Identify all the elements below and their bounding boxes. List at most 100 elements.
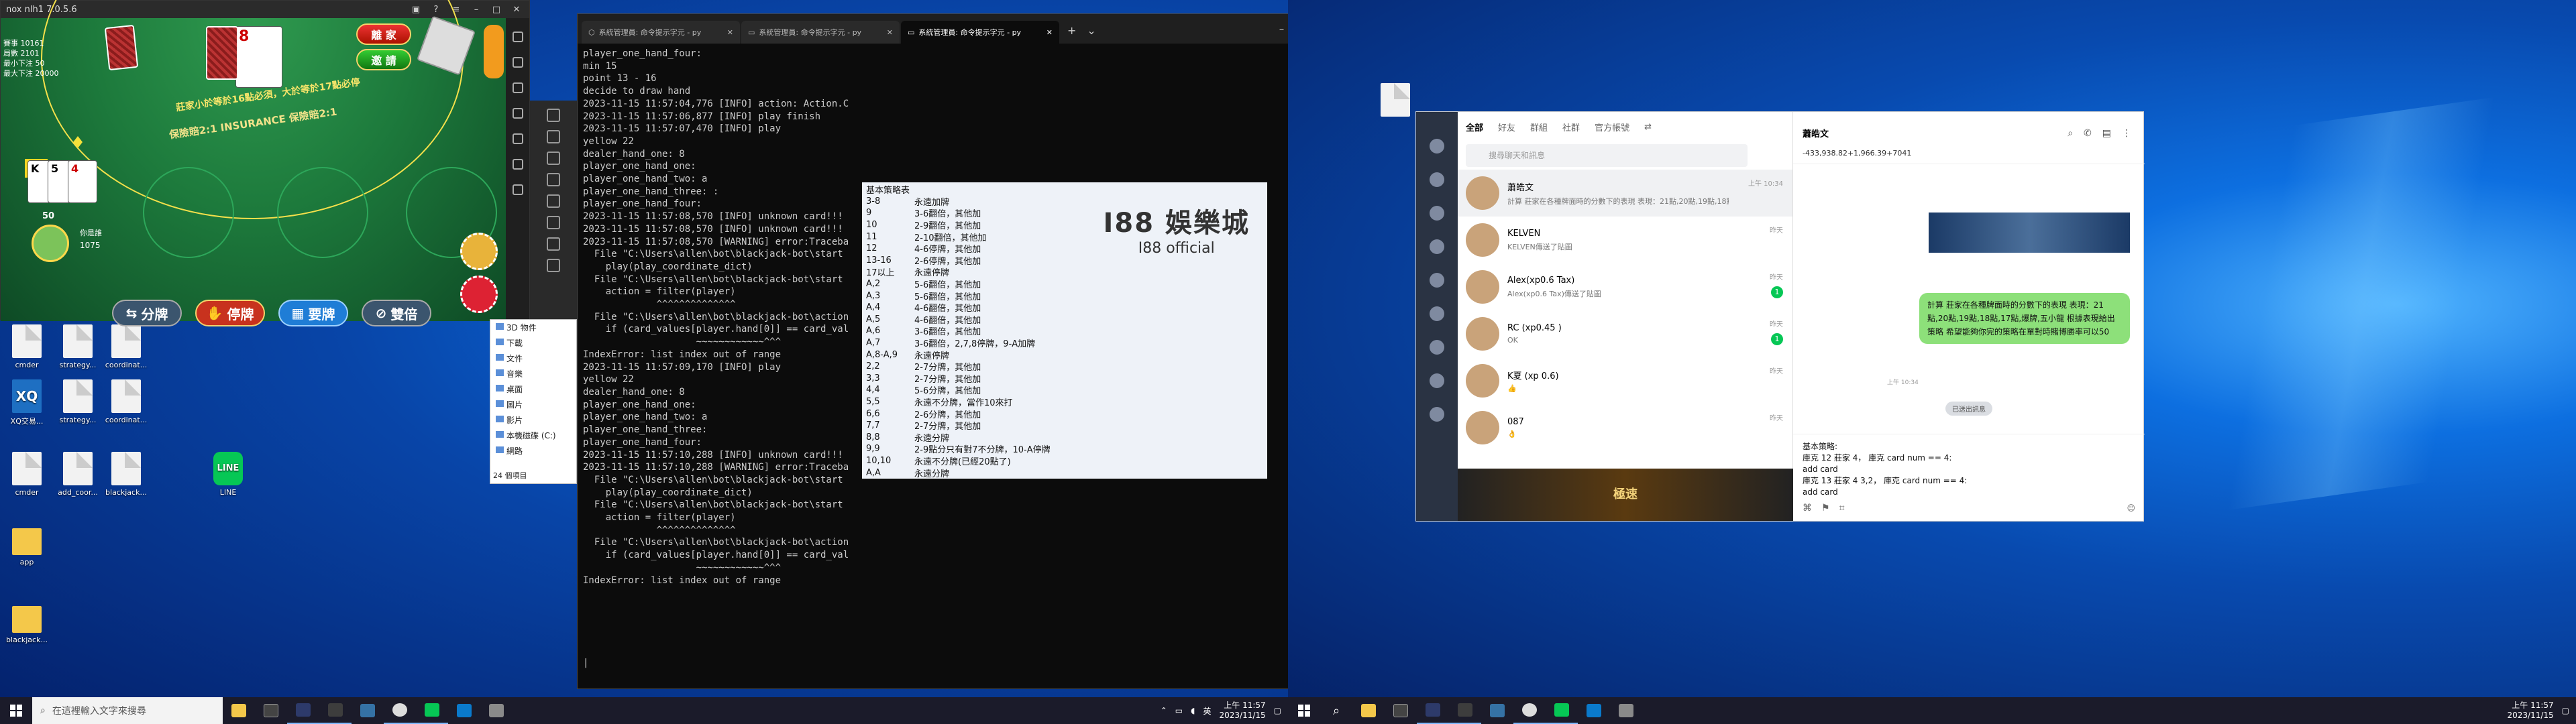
- swap-icon[interactable]: ⇄: [1644, 122, 1652, 132]
- message-bubble[interactable]: 計算 莊家在各種牌面時的分數下的表現 表現：21點,20點,19點,18點,17…: [1919, 293, 2130, 344]
- message-input[interactable]: 基本策略: 庫克 12 莊家 4， 庫克 card num == 4: add ca…: [1793, 434, 2145, 521]
- notification-icon[interactable]: ▢: [1274, 706, 1281, 715]
- chip-button[interactable]: [460, 233, 498, 270]
- chat-list-item[interactable]: 087 👌 昨天: [1458, 404, 1792, 451]
- desktop-icon-file[interactable]: [1371, 83, 1419, 119]
- desktop-icon-add-coor[interactable]: add_coor...: [54, 452, 102, 497]
- screenshot-icon[interactable]: [1430, 373, 1444, 388]
- more-icon[interactable]: [512, 184, 523, 195]
- nav-item[interactable]: 下載: [490, 335, 576, 351]
- tab-all[interactable]: 全部: [1466, 121, 1483, 133]
- taskbar-app-cmd[interactable]: [255, 697, 287, 724]
- tab-friends[interactable]: 好友: [1498, 121, 1515, 133]
- start-button[interactable]: [1288, 697, 1320, 724]
- chevron-down-icon[interactable]: ⌄: [1084, 24, 1098, 44]
- desktop-icon-cmder[interactable]: cmder: [3, 324, 51, 369]
- start-button[interactable]: [0, 697, 32, 724]
- minimize-icon[interactable]: –: [469, 5, 484, 15]
- nav-item[interactable]: 音樂: [490, 366, 576, 381]
- shared-image[interactable]: [1929, 213, 2130, 253]
- bookmark-icon[interactable]: ⚑: [1821, 503, 1830, 514]
- double-button[interactable]: ⊘ 雙倍: [362, 300, 431, 326]
- taskbar-app-cmd-2[interactable]: [1417, 697, 1449, 724]
- volume-icon[interactable]: [512, 82, 523, 93]
- split-button[interactable]: ⇆ 分牌: [112, 300, 182, 326]
- desktop-icon-xq[interactable]: XQ XQ交易...: [3, 379, 51, 426]
- hit-button[interactable]: ▦ 要牌: [278, 300, 348, 326]
- clock[interactable]: 上午 11:57 2023/11/15: [1219, 701, 1265, 721]
- nav-item[interactable]: 桌面: [490, 381, 576, 397]
- desktop-icon-line[interactable]: LINE LINE: [204, 452, 252, 497]
- location-icon[interactable]: [512, 159, 523, 170]
- desktop-icon-coord2[interactable]: coordinat...: [102, 379, 150, 424]
- nav-item[interactable]: 文件: [490, 351, 576, 366]
- taskbar-app-vscode[interactable]: [448, 697, 480, 724]
- today-icon[interactable]: [1430, 206, 1444, 221]
- taskbar-app-terminal[interactable]: [1449, 697, 1481, 724]
- chat-list-item[interactable]: Alex(xp0.6 Tax) Alex(xp0.6 Tax)傳送了貼圖 昨天 1: [1458, 263, 1792, 310]
- taskbar-app-line[interactable]: [416, 697, 448, 724]
- desktop-icon-blackjack[interactable]: blackjack...: [102, 452, 150, 497]
- chat-list-item[interactable]: 蕭皓文計算 莊家在各種牌面時的分數下的表現 表現：21點,20點,19點,18點…: [1458, 170, 1792, 217]
- bookmark-icon[interactable]: [1430, 407, 1444, 422]
- emoji-icon[interactable]: ☺: [2127, 503, 2135, 514]
- attach-icon[interactable]: ⌘: [1803, 503, 1812, 514]
- chip-button-red[interactable]: [460, 276, 498, 313]
- tool-icon[interactable]: [547, 237, 560, 251]
- desktop-icon-coordinate[interactable]: coordinat...: [102, 324, 150, 369]
- search-box[interactable]: ⌕ 在這裡輸入文字來搜尋: [32, 697, 223, 724]
- nav-item[interactable]: 網路: [490, 443, 576, 459]
- taskbar-app-vscode[interactable]: [1578, 697, 1610, 724]
- desktop-icon-strategy[interactable]: strategy...: [54, 379, 102, 424]
- taskbar-search-button[interactable]: ⌕: [1320, 697, 1352, 724]
- seat-2[interactable]: [143, 167, 234, 258]
- taskbar-app-line[interactable]: [1546, 697, 1578, 724]
- announcement[interactable]: -433,938.82+1,966.39+7041: [1803, 149, 2135, 158]
- ad-banner[interactable]: 極速: [1458, 469, 1793, 521]
- taskbar-app-python[interactable]: [352, 697, 384, 724]
- minimize-icon[interactable]: –: [1279, 23, 1285, 35]
- terminal-prompt[interactable]: |: [583, 658, 588, 668]
- stand-button[interactable]: ✋ 停牌: [195, 300, 265, 326]
- taskbar-app-cmd[interactable]: [1385, 697, 1417, 724]
- tool-icon[interactable]: [547, 130, 560, 143]
- crop-icon[interactable]: ⌗: [1839, 503, 1845, 514]
- nav-item[interactable]: 3D 物件: [490, 320, 576, 335]
- chevron-up-icon[interactable]: ⌃: [1161, 706, 1167, 715]
- openchat-icon[interactable]: [1430, 306, 1444, 321]
- rotate-icon[interactable]: [512, 108, 523, 119]
- seat-3[interactable]: [277, 167, 368, 258]
- volume-icon[interactable]: ◖: [1191, 706, 1195, 715]
- tool-icon[interactable]: [547, 216, 560, 229]
- menu-side-button[interactable]: [484, 25, 504, 78]
- taskbar-app-nox[interactable]: [384, 697, 416, 724]
- close-icon[interactable]: ✕: [509, 5, 524, 15]
- tool-icon[interactable]: [547, 173, 560, 186]
- terminal-tab-active[interactable]: ▭ 系統管理員: 命令提示字元 - py ✕: [901, 21, 1059, 44]
- screenshot-icon[interactable]: [512, 57, 523, 68]
- taskbar-app-explorer[interactable]: [1352, 697, 1385, 724]
- tab-groups[interactable]: 群組: [1530, 121, 1548, 133]
- invite-button[interactable]: 邀 請: [356, 49, 411, 70]
- keyboard-icon[interactable]: [512, 32, 523, 42]
- search-icon[interactable]: ⌕: [2068, 128, 2073, 139]
- desktop-icon-app[interactable]: app: [3, 523, 51, 566]
- taskbar-app-terminal[interactable]: [319, 697, 352, 724]
- desktop-icon-strategy-img[interactable]: strategy...: [54, 324, 102, 369]
- friends-icon[interactable]: [1430, 139, 1444, 154]
- chat-list-item[interactable]: K夏 (xp 0.6) 👍 昨天: [1458, 357, 1792, 404]
- chat-list-item[interactable]: KELVEN KELVEN傳送了貼圖 昨天: [1458, 217, 1792, 263]
- call-icon[interactable]: ✆: [2084, 128, 2092, 139]
- desktop-icon-cmder2[interactable]: cmder: [3, 452, 51, 497]
- tool-icon[interactable]: [547, 259, 560, 272]
- chat-list-item[interactable]: RC (xp0.45 ) OK 昨天 1: [1458, 310, 1792, 357]
- tool-icon[interactable]: [547, 194, 560, 208]
- terminal-tab[interactable]: ▭ 系統管理員: 命令提示字元 - py ✕: [741, 21, 900, 44]
- nav-item[interactable]: 本機磁碟 (C:): [490, 428, 576, 443]
- close-tab-icon[interactable]: ✕: [887, 28, 893, 37]
- network-icon[interactable]: ▭: [1175, 706, 1183, 715]
- taskbar-app-other[interactable]: [480, 697, 513, 724]
- more-icon[interactable]: ⋮: [2122, 128, 2131, 139]
- tool-icon[interactable]: [547, 109, 560, 122]
- terminal-tab[interactable]: ⬡ 系統管理員: 命令提示字元 - py ✕: [582, 21, 740, 44]
